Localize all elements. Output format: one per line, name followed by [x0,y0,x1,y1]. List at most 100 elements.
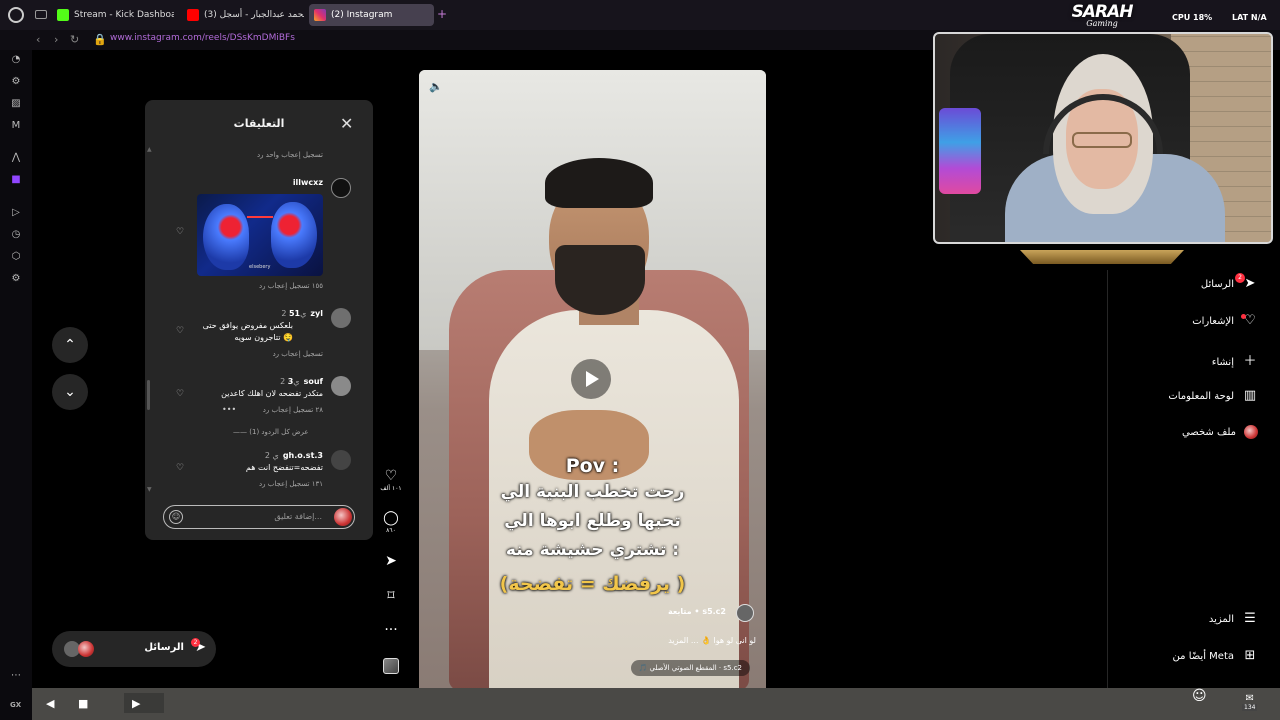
video-caption: تشتري حشيشة منه : [505,540,680,560]
nav-label: الرسائل [1200,279,1234,290]
more-options-icon[interactable]: ••• [222,405,236,414]
emoji-icon[interactable]: ☺ [169,510,183,524]
audio-thumbnail[interactable] [383,658,399,674]
new-tab-button[interactable]: + [437,7,447,21]
reel-description[interactable]: لو انى لو هوا 👌 ... المزيد [668,636,756,645]
avatar[interactable] [331,308,351,328]
video-person-beard [555,245,645,315]
settings-icon[interactable]: ⚙ [10,273,22,285]
video-caption: (يرفضك = تفضحة ) [499,573,686,595]
like-heart-icon[interactable]: ♡ [176,389,184,399]
like-heart-icon[interactable]: ♡ [176,326,184,336]
scroll-down-icon[interactable]: ▼ [147,486,152,493]
comment-actions[interactable]: تسجيل إعجاب رد [273,350,323,358]
comment-actions[interactable]: ١٥٥ تسجيل إعجاب رد [259,282,323,290]
heart-icon: ♡ [384,468,398,484]
nav-label: أيضًا من Meta [1172,651,1234,662]
like-heart-icon[interactable]: ♡ [176,463,184,473]
close-icon[interactable]: ✕ [340,114,353,133]
messages-pill[interactable]: الرسائل ➤ 2 [52,631,216,667]
tab-kick-dashboard[interactable]: Stream - Kick Dashboard [52,4,174,26]
comment-username[interactable]: illwcxz [293,178,323,187]
next-reel-button[interactable]: ⌄ [52,374,88,410]
save-button[interactable]: ⌑ [378,588,404,604]
twitch-icon[interactable]: ■ [10,174,22,186]
scroll-up-icon[interactable]: ▲ [147,146,152,153]
comment-username[interactable]: 2 ي3souf [280,377,323,386]
nav-notifications[interactable]: الإشعارات ♡ [1192,313,1258,333]
nav-profile[interactable]: ملف شخصي [1182,425,1258,445]
previous-reel-button[interactable]: ⌃ [52,327,88,363]
audio-label[interactable]: 🎵 المقطع الصوتي الأصلي · s5.c2 [630,660,750,676]
mail-button[interactable]: ✉ 134 [1242,693,1258,711]
gx-corner-icon[interactable]: ▨ [10,98,22,110]
more-options-icon[interactable]: ⋯ [10,670,22,682]
comments-panel: التعليقات ✕ ▲ ▼ تسجيل إعجاب واحد رد illw… [145,100,373,540]
back-icon[interactable]: ‹ [36,33,40,46]
comment-text: تتاجرون سويه 🤤 [234,333,293,342]
comment-actions[interactable]: ٢٨ تسجيل إعجاب رد [263,406,323,414]
tab-instagram[interactable]: (2) Instagram [309,4,434,26]
comment-username[interactable]: 2 ي51zyl [281,309,323,318]
avatar[interactable] [331,178,351,198]
tab-youtube[interactable]: (3) محمد عبدالجبار - أسجل ... [182,4,304,26]
bookmark-icon: ⌑ [387,588,395,604]
forward-icon[interactable]: › [54,33,58,46]
nav-create[interactable]: إنشاء ＋ [1212,350,1258,370]
previous-icon[interactable]: ◀ [46,697,54,710]
follow-button[interactable]: متابعة [668,607,692,616]
url-field[interactable]: www.instagram.com/reels/DSsKmDMiBFs [110,33,295,43]
nav-messages[interactable]: الرسائل ➤ [1201,276,1258,296]
more-button[interactable]: ··· [378,622,404,638]
reel-author[interactable]: متابعة • s5.c2 [668,607,726,616]
view-replies-link[interactable]: —— عرض كل الردود (1) [233,428,309,436]
kick-icon[interactable]: ⋀ [10,152,22,164]
nav-label: المزيد [1208,614,1234,625]
nav-label: لوحة المعلومات [1168,391,1234,402]
gif-head-right [271,202,317,268]
comment-button[interactable]: ◯ ٨٦٠ [378,510,404,534]
tab-window-icon[interactable] [35,10,47,19]
gif-watermark: elsebery [249,264,271,270]
nav-dashboard[interactable]: لوحة المعلومات ▥ [1168,388,1258,408]
player-icon[interactable]: ▷ [10,207,22,219]
comment-username[interactable]: 2 ي gh.o.st.3 [265,451,323,460]
like-heart-icon[interactable]: ♡ [176,227,184,237]
add-comment-field[interactable]: ☺ إضافة تعليق... [163,505,355,529]
history-icon[interactable]: ◷ [10,229,22,241]
nav-more[interactable]: المزيد ☰ [1209,611,1258,631]
nav-label: الإشعارات [1192,316,1234,327]
avatar[interactable] [331,376,351,396]
reel-video[interactable]: 🔈 Pov : رحت تخطب البنية الي تحبها وطلع ا… [419,70,766,688]
play-button[interactable] [571,359,611,399]
extensions-icon[interactable]: ⬡ [10,251,22,263]
play-icon[interactable]: ▶ [132,697,140,710]
comment-text: متكدر تفضحه لان اهلك كاعدين [221,389,323,398]
avatar[interactable] [331,450,351,470]
chat-bubble-icon[interactable]: ☺ [1192,688,1207,704]
comments-title: التعليقات [233,117,285,130]
comment-time: 2 ي [264,451,279,460]
volume-icon[interactable]: 🔈 [429,80,443,93]
speed-dial-icon[interactable]: ◔ [10,54,22,66]
media-progress[interactable] [124,693,164,713]
comment-actions[interactable]: ١٣١ تسجيل إعجاب رد [259,480,323,488]
avatar[interactable] [736,604,754,622]
comment-actions[interactable]: تسجيل إعجاب واحد رد [257,151,323,159]
avatar [334,508,352,526]
opera-gx-logo-icon[interactable] [8,7,24,23]
share-button[interactable]: ➤ [378,553,404,569]
stop-icon[interactable]: ■ [78,697,88,710]
username-text: 3souf [287,377,323,386]
comments-scrollbar[interactable] [147,380,150,410]
messenger-icon[interactable]: M [10,120,22,132]
reload-icon[interactable]: ↻ [70,33,79,46]
like-button[interactable]: ♡ ١٠١ ألف [378,468,404,492]
comment-icon: ◯ [383,510,399,526]
comments-count: ٨٦٠ [386,527,396,534]
nav-also-from-meta[interactable]: أيضًا من Meta ⊞ [1173,648,1258,668]
plus-icon: ＋ [1243,354,1257,369]
author-username[interactable]: s5.c2 [702,607,726,616]
view-replies-text: عرض كل الردود (1) [249,428,309,436]
gx-control-icon[interactable]: ⚙ [10,76,22,88]
